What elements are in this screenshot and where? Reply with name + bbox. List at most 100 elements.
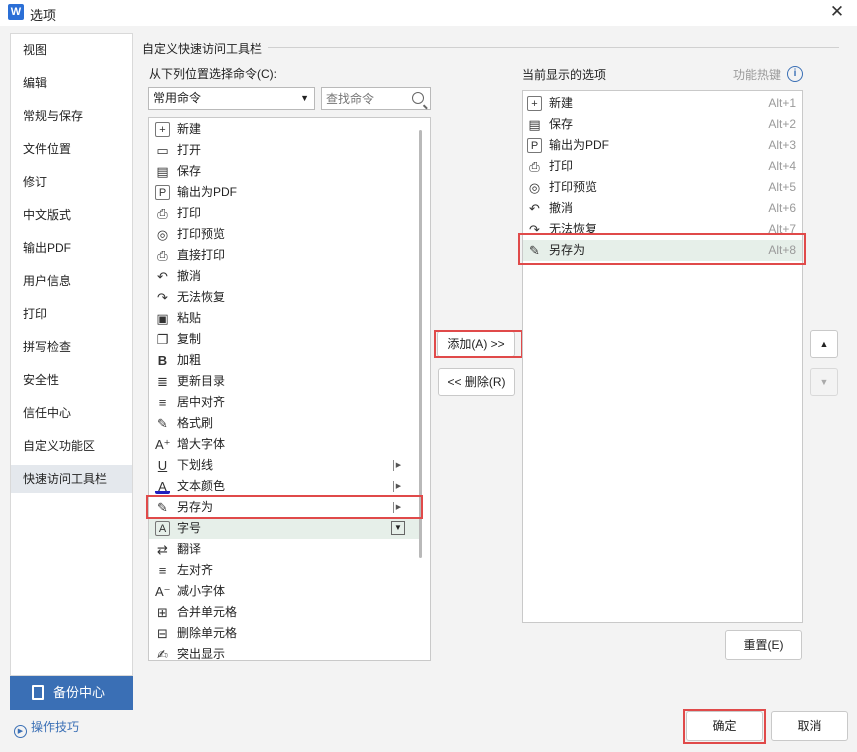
redo-icon: ↷ [157,290,168,305]
list-item[interactable]: ⊞ 合并单元格 [149,602,419,623]
command-search[interactable] [321,87,431,110]
list-item[interactable]: + 新建 Alt+1 [523,93,802,114]
highlight-box-add [434,330,523,358]
hotkey-text: Alt+3 [768,138,796,152]
search-input[interactable] [322,88,408,109]
list-item[interactable]: ↶ 撤消 Alt+6 [523,198,802,219]
list-item[interactable]: ▭ 打开 [149,140,419,161]
list-item[interactable]: B 加粗 [149,350,419,371]
list-item[interactable]: ≣ 更新目录 [149,371,419,392]
list-item[interactable]: P 输出为PDF Alt+3 [523,135,802,156]
list-item-label: 打印预览 [177,227,226,241]
list-item-label: 新建 [549,96,574,110]
list-item-label: 打印 [177,206,202,220]
sidebar-item-customize-ribbon[interactable]: 自定义功能区 [11,432,132,460]
list-item[interactable]: ❐ 复制 [149,329,419,350]
sidebar-item-spell-check[interactable]: 拼写检查 [11,333,132,361]
close-icon[interactable]: ✕ [827,2,847,22]
list-item-label: 打印 [549,159,574,173]
save-icon: ▤ [156,164,169,179]
undo-icon: ↶ [529,201,540,216]
list-item[interactable]: ✍ 突出显示 [149,644,419,660]
tips-link[interactable]: ▶ 操作技巧 [14,718,79,738]
list-item[interactable]: A 文本颜色 ▶ [149,476,419,497]
print-icon: ⎙ [157,206,168,221]
list-item-label: 粘贴 [177,311,202,325]
submenu-arrow-icon[interactable]: ▶ [393,481,403,492]
scrollbar[interactable] [419,130,422,558]
list-item[interactable]: ≡ 居中对齐 [149,392,419,413]
list-item-label: 撤消 [549,201,574,215]
list-item[interactable]: ⎙ 打印 Alt+4 [523,156,802,177]
sidebar-item-file-location[interactable]: 文件位置 [11,135,132,163]
list-item-label: 居中对齐 [177,395,226,409]
hotkey-text: Alt+1 [768,96,796,110]
list-item[interactable]: U 下划线 ▶ [149,455,419,476]
list-item[interactable]: ↷ 无法恢复 [149,287,419,308]
list-item[interactable]: ◎ 打印预览 Alt+5 [523,177,802,198]
sidebar-item-general-save[interactable]: 常规与保存 [11,102,132,130]
list-item-label: 文本颜色 [177,479,226,493]
sidebar-item-chinese-layout[interactable]: 中文版式 [11,201,132,229]
print-icon: ⎙ [529,159,540,174]
move-up-button[interactable]: ▲ [810,330,838,358]
move-down-button[interactable]: ▼ [810,368,838,396]
sidebar-item-user-info[interactable]: 用户信息 [11,267,132,295]
save-icon: ▤ [528,117,541,132]
sidebar-item-print[interactable]: 打印 [11,300,132,328]
list-item[interactable]: ▤ 保存 Alt+2 [523,114,802,135]
current-items-label: 当前显示的选项 [522,68,607,82]
sidebar-item-security[interactable]: 安全性 [11,366,132,394]
title-bar: W 选项 ✕ [0,0,857,26]
sidebar-item-output-pdf[interactable]: 输出PDF [11,234,132,262]
sidebar-item-trust-center[interactable]: 信任中心 [11,399,132,427]
reset-button[interactable]: 重置(E) [725,630,802,660]
list-item[interactable]: ◎ 打印预览 [149,224,419,245]
list-item[interactable]: ✎ 格式刷 [149,413,419,434]
submenu-arrow-icon[interactable]: ▶ [393,460,403,471]
info-icon[interactable]: i [787,66,803,82]
pdf-icon: P [155,185,170,200]
decrease-font-icon: A⁻ [155,584,171,599]
sidebar-item-quick-access-toolbar[interactable]: 快速访问工具栏 [11,465,132,493]
list-item-label: 格式刷 [177,416,214,430]
backup-center-button[interactable]: 备份中心 [10,676,133,710]
tips-label: 操作技巧 [31,720,80,734]
list-item[interactable]: A⁻ 减小字体 [149,581,419,602]
list-item[interactable]: ⊟ 删除单元格 [149,623,419,644]
list-item-label: 下划线 [177,458,214,472]
list-item[interactable]: A 字号 ▼ [149,518,419,539]
merge-cells-icon: ⊞ [157,605,168,620]
list-item-label: 无法恢复 [177,290,226,304]
direct-print-icon: ⎙ [157,248,168,263]
list-item-label: 输出为PDF [549,138,610,152]
list-item-label: 增大字体 [177,437,226,451]
command-list[interactable]: + 新建 ▭ 打开 ▤ 保存 P 输出为PDF ⎙ 打印 ◎ 打印预览 ⎙ 直接打印 ↶ 撤消 … [148,117,431,661]
list-item[interactable]: + 新建 [149,119,419,140]
format-painter-icon: ✎ [157,416,168,431]
list-item-label: 删除单元格 [177,626,238,640]
list-item[interactable]: A⁺ 增大字体 [149,434,419,455]
cancel-button[interactable]: 取消 [771,711,848,741]
list-item[interactable]: ≡ 左对齐 [149,560,419,581]
section-title: 自定义快速访问工具栏 [142,42,263,56]
list-item[interactable]: ▣ 粘贴 [149,308,419,329]
list-item[interactable]: ⎙ 打印 [149,203,419,224]
hotkey-text: Alt+6 [768,201,796,215]
sidebar-item-revision[interactable]: 修订 [11,168,132,196]
sidebar-item-view[interactable]: 视图 [11,36,132,64]
highlight-box-ok [683,709,766,744]
translate-icon: ⇄ [157,542,168,557]
list-item[interactable]: ⎙ 直接打印 [149,245,419,266]
remove-button[interactable]: << 删除(R) [438,368,515,396]
current-toolbar-list[interactable]: + 新建 Alt+1 ▤ 保存 Alt+2 P 输出为PDF Alt+3 ⎙ 打印 Alt+4 … [522,90,803,623]
list-item[interactable]: ▤ 保存 [149,161,419,182]
dropdown-icon[interactable]: ▼ [391,521,405,535]
hotkey-text: Alt+5 [768,180,796,194]
search-icon[interactable] [412,92,424,104]
command-source-dropdown[interactable]: 常用命令 ▼ [148,87,315,110]
list-item[interactable]: ↶ 撤消 [149,266,419,287]
sidebar-item-edit[interactable]: 编辑 [11,69,132,97]
list-item[interactable]: P 输出为PDF [149,182,419,203]
list-item[interactable]: ⇄ 翻译 [149,539,419,560]
